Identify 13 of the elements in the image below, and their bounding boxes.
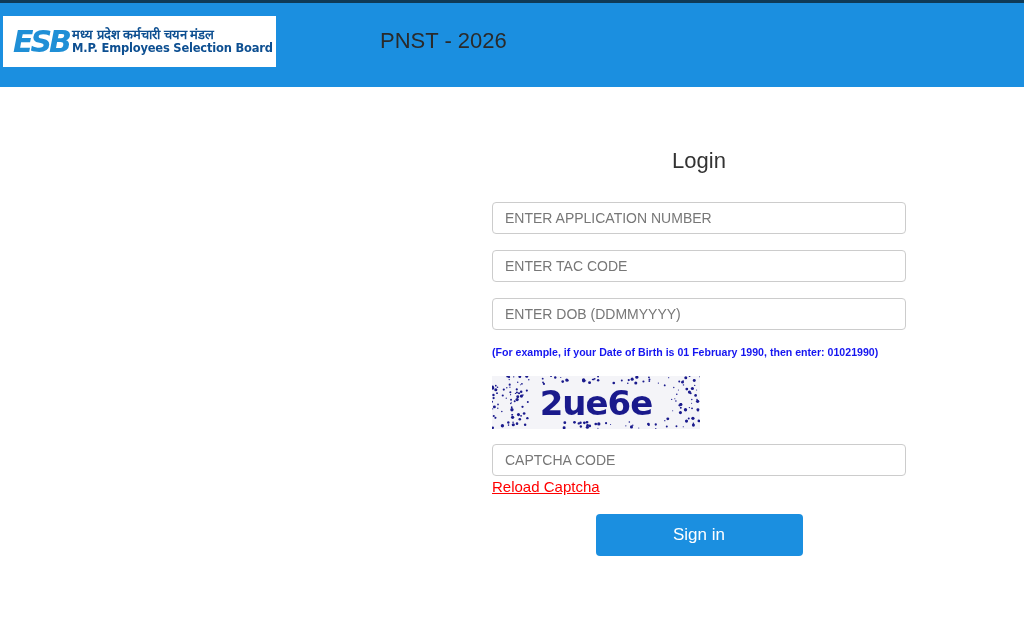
captcha-input-field[interactable]: CAPTCHA CODE — [492, 444, 906, 476]
logo-english-name: M.P. Employees Selection Board — [71, 42, 273, 55]
logo-hindi-name: मध्य प्रदेश कर्मचारी चयन मंडल — [71, 28, 215, 43]
logo-letters: ESB — [13, 26, 69, 57]
input-field[interactable]: ENTER APPLICATION NUMBER — [492, 202, 906, 234]
reload-captcha-link[interactable]: Reload Captcha — [492, 478, 600, 495]
input-field[interactable]: ENTER TAC CODE — [492, 250, 906, 282]
page-title: PNST - 2026 — [380, 28, 507, 54]
input-field[interactable]: ENTER DOB (DDMMYYYY) — [492, 298, 906, 330]
login-title: Login — [671, 148, 727, 174]
sign-in-button[interactable]: Sign in — [595, 514, 803, 556]
captcha-image: 2ue6e — [492, 376, 700, 429]
hint-text: (For example, if your Date of Birth is 01 February 1990, then enter: 01021990) — [492, 345, 880, 359]
